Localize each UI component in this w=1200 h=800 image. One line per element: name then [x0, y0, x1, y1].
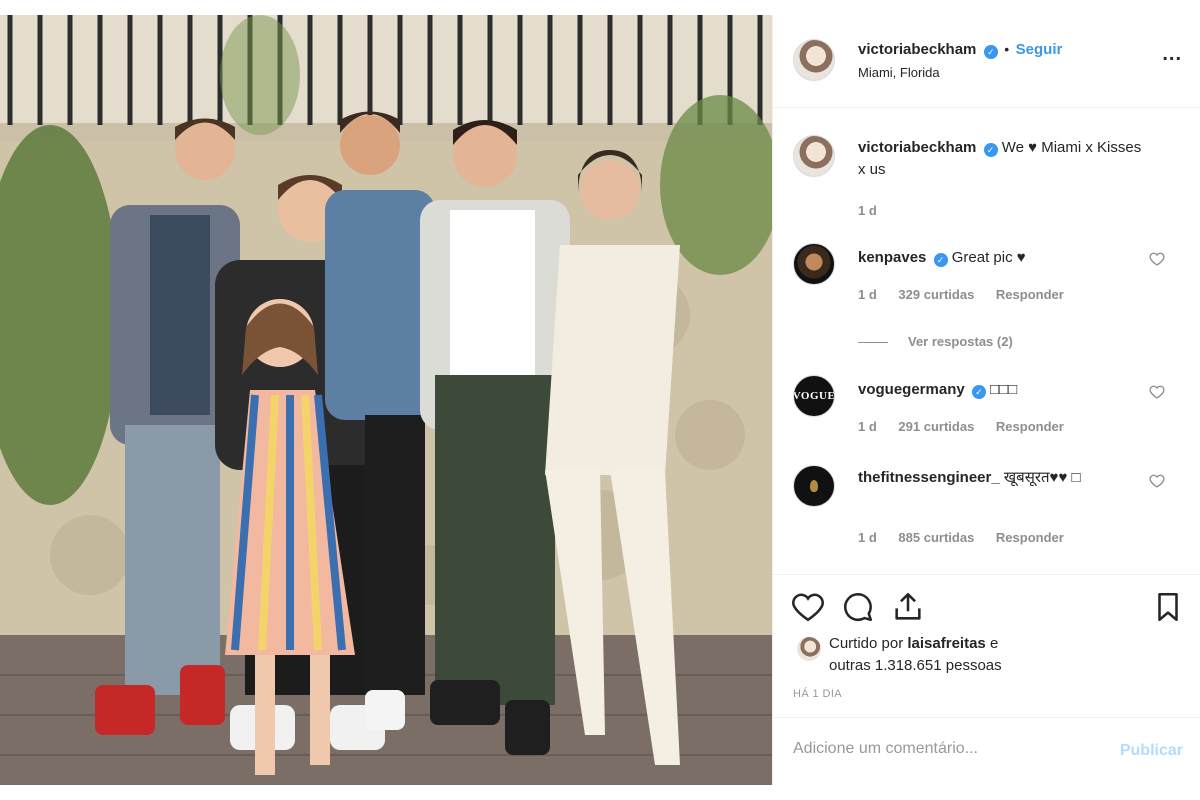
reply-button[interactable]: Responder: [996, 419, 1064, 434]
publish-button[interactable]: Publicar: [1120, 742, 1183, 760]
comment-age: 1 d: [858, 419, 877, 434]
like-heart-icon[interactable]: [791, 590, 825, 624]
comment-meta: 1 d 885 curtidas Responder: [858, 530, 1082, 545]
comment-age: 1 d: [858, 287, 877, 302]
avatar-logo-text: VOGUE: [793, 390, 835, 402]
comment: voguegermany ✓ □□□: [858, 379, 1148, 401]
share-icon[interactable]: [891, 590, 925, 624]
location-link[interactable]: Miami, Florida: [858, 65, 940, 80]
post-header: victoriabeckham ✓ • Seguir Miami, Florid…: [773, 15, 1200, 108]
comment-bubble-icon[interactable]: [841, 590, 875, 624]
caption-username[interactable]: victoriabeckham: [858, 139, 976, 156]
like-comment-heart-icon[interactable]: [1149, 473, 1165, 489]
post-photo[interactable]: [0, 15, 772, 785]
separator: •: [1004, 41, 1010, 57]
comment: kenpaves ✓ Great pic ♥: [858, 247, 1148, 269]
verified-icon: ✓: [983, 45, 998, 59]
comment-likes[interactable]: 885 curtidas: [898, 530, 974, 545]
comment: thefitnessengineer_ खूबसूरत♥♥ □: [858, 467, 1128, 489]
reply-button[interactable]: Responder: [996, 287, 1064, 302]
comment-text: Great pic ♥: [951, 249, 1026, 266]
liked-by[interactable]: Curtido por laisafreitas e outras 1.318.…: [829, 633, 1002, 677]
comment-age: 1 d: [858, 530, 877, 545]
save-bookmark-icon[interactable]: [1151, 590, 1185, 624]
caption-meta: 1 d: [858, 203, 895, 218]
comment-meta: 1 d 329 curtidas Responder: [858, 287, 1082, 302]
comment-avatar[interactable]: [793, 243, 835, 285]
comment-avatar[interactable]: VOGUE: [793, 375, 835, 417]
comment-text: □□□: [990, 381, 1018, 398]
caption-avatar[interactable]: [793, 135, 835, 177]
follow-button[interactable]: Seguir: [1016, 41, 1063, 58]
author-username[interactable]: victoriabeckham: [858, 41, 976, 58]
liked-by-user[interactable]: laisafreitas: [907, 635, 985, 652]
liked-by-count[interactable]: outras 1.318.651 pessoas: [829, 657, 1002, 674]
comment-username[interactable]: kenpaves: [858, 249, 926, 266]
post-actions: Curtido por laisafreitas e outras 1.318.…: [773, 574, 1200, 717]
author-line: victoriabeckham ✓ • Seguir: [858, 41, 1062, 59]
comment-input[interactable]: [793, 740, 1093, 758]
author-avatar[interactable]: [793, 39, 835, 81]
comment-meta: 1 d 291 curtidas Responder: [858, 419, 1082, 434]
verified-icon: ✓: [983, 143, 998, 157]
comment-username[interactable]: thefitnessengineer_: [858, 469, 1000, 486]
comment-username[interactable]: voguegermany: [858, 381, 965, 398]
comment-likes[interactable]: 291 curtidas: [898, 419, 974, 434]
view-replies-button[interactable]: Ver respostas (2): [858, 334, 1013, 349]
caption-age: 1 d: [858, 203, 877, 218]
like-comment-heart-icon[interactable]: [1149, 384, 1165, 400]
verified-icon: ✓: [933, 253, 948, 267]
liked-by-avatar[interactable]: [797, 637, 821, 661]
comment-likes[interactable]: 329 curtidas: [898, 287, 974, 302]
like-comment-heart-icon[interactable]: [1149, 251, 1165, 267]
reply-button[interactable]: Responder: [996, 530, 1064, 545]
more-options-icon[interactable]: ...: [1162, 43, 1182, 66]
comment-avatar[interactable]: [793, 465, 835, 507]
post-timestamp: HÁ 1 DIA: [793, 688, 843, 700]
comments-list: victoriabeckham ✓ We ♥ Miami x Kisses x …: [773, 109, 1200, 574]
post-sidebar: victoriabeckham ✓ • Seguir Miami, Florid…: [772, 15, 1200, 785]
add-comment-bar: Publicar: [773, 717, 1200, 785]
caption: victoriabeckham ✓ We ♥ Miami x Kisses x …: [858, 137, 1148, 181]
comment-text: खूबसूरत♥♥ □: [1003, 469, 1081, 486]
family-photo-illustration: [0, 15, 772, 785]
verified-icon: ✓: [971, 385, 986, 399]
